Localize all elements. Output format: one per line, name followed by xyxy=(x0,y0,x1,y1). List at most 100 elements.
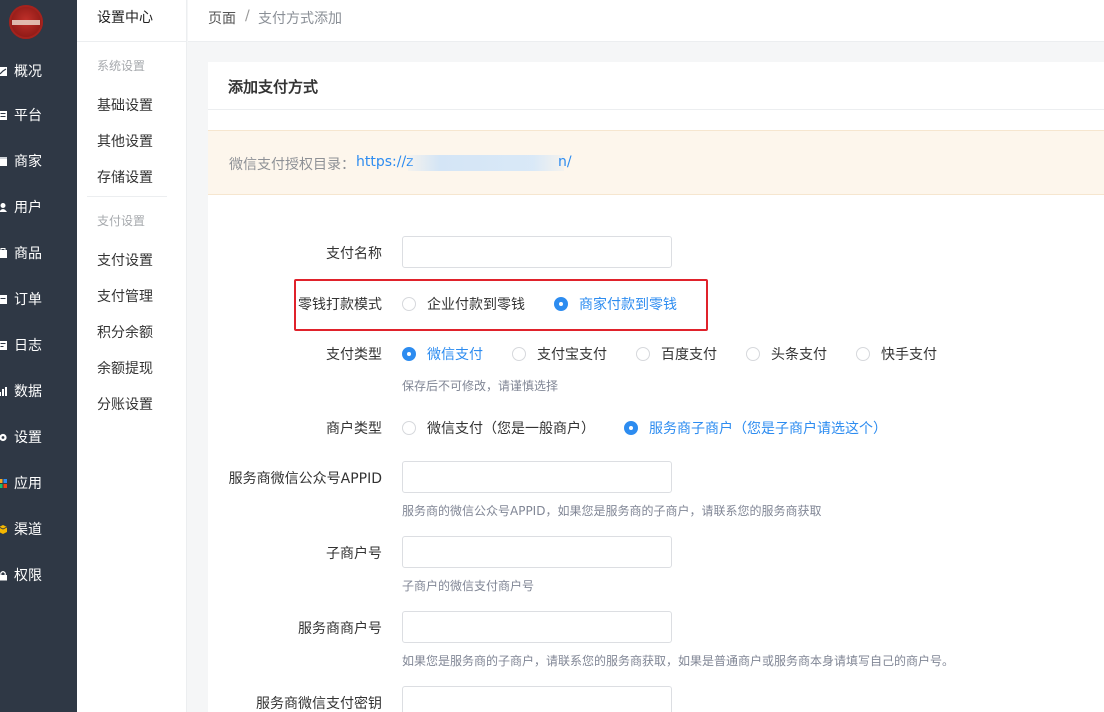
type-label: 支付类型 xyxy=(326,347,382,363)
sp-mch-tip: 如果您是服务商的子商户，请联系您的服务商获取，如果是普通商户或服务商本身请填写自… xyxy=(402,654,955,668)
radio-type-alipay[interactable]: 支付宝支付 xyxy=(512,344,607,364)
radio-button[interactable] xyxy=(636,347,650,361)
radio-button[interactable] xyxy=(624,421,638,435)
submch-input[interactable] xyxy=(402,536,672,568)
platform-icon xyxy=(0,110,7,120)
log-icon xyxy=(0,340,7,350)
data-icon xyxy=(0,386,7,396)
apps-icon xyxy=(0,478,7,488)
nav-item-goods[interactable]: 商品 xyxy=(0,238,77,268)
nav-item-merchant[interactable]: 商家 xyxy=(0,146,77,176)
radio-type-kuaishou[interactable]: 快手支付 xyxy=(856,344,937,364)
highlight-box xyxy=(294,279,708,331)
radio-button[interactable] xyxy=(402,421,416,435)
name-label: 支付名称 xyxy=(326,246,382,262)
nav-item-label: 平台 xyxy=(14,108,42,124)
appid-label: 服务商微信公众号APPID xyxy=(228,471,382,487)
sp-mch-label: 服务商商户号 xyxy=(298,621,382,637)
nav-item-label: 概况 xyxy=(14,64,42,80)
nav-item-platform[interactable]: 平台 xyxy=(0,100,77,130)
merchant-type-label: 商户类型 xyxy=(326,421,382,437)
nav-item-user[interactable]: 用户 xyxy=(0,192,77,222)
radio-label: 微信支付 xyxy=(427,347,483,363)
app-logo[interactable] xyxy=(9,5,43,39)
radio-button[interactable] xyxy=(746,347,760,361)
sp-key-label: 服务商微信支付密钥 xyxy=(256,696,382,712)
radio-label: 服务商子商户（您是子商户请选这个） xyxy=(649,421,887,437)
subnav-group-payment: 支付设置 xyxy=(97,214,146,228)
nav-item-label: 日志 xyxy=(14,338,42,354)
radio-button[interactable] xyxy=(512,347,526,361)
subnav-group-system: 系统设置 xyxy=(97,59,146,73)
sp-key-input[interactable] xyxy=(402,686,672,712)
channel-icon xyxy=(0,524,8,534)
radio-type-wechat[interactable]: 微信支付 xyxy=(402,344,483,364)
appid-input[interactable] xyxy=(402,461,672,493)
radio-label: 头条支付 xyxy=(771,347,827,363)
radio-type-baidu[interactable]: 百度支付 xyxy=(636,344,717,364)
radio-label: 百度支付 xyxy=(661,347,717,363)
radio-button[interactable] xyxy=(402,347,416,361)
auth-dir-notice: 微信支付授权目录： https://z n/ xyxy=(208,130,1104,195)
nav-item-label: 商品 xyxy=(14,246,42,262)
nav-item-log[interactable]: 日志 xyxy=(0,330,77,360)
subnav-item-storage[interactable]: 存储设置 xyxy=(97,167,153,187)
notice-label: 微信支付授权目录： xyxy=(229,157,355,173)
goods-icon xyxy=(0,247,7,258)
type-tip: 保存后不可修改，请谨慎选择 xyxy=(402,379,559,393)
radio-merchant-normal[interactable]: 微信支付（您是一般商户） xyxy=(402,418,595,438)
nav-item-label: 商家 xyxy=(14,154,42,170)
radio-type-toutiao[interactable]: 头条支付 xyxy=(746,344,827,364)
nav-item-data[interactable]: 数据 xyxy=(0,376,77,406)
breadcrumb-separator: / xyxy=(245,8,250,24)
nav-item-channel[interactable]: 渠道 xyxy=(0,514,77,544)
nav-item-label: 设置 xyxy=(14,430,42,446)
subnav-item-payment-manage[interactable]: 支付管理 xyxy=(97,286,153,306)
breadcrumb-current: 支付方式添加 xyxy=(258,11,342,27)
divider xyxy=(208,109,1104,110)
lock-icon xyxy=(0,570,7,580)
nav-item-label: 数据 xyxy=(14,384,42,400)
breadcrumb-home[interactable]: 页面 xyxy=(208,8,236,28)
nav-item-settings[interactable]: 设置 xyxy=(0,422,77,452)
nav-item-label: 权限 xyxy=(14,568,42,584)
store-icon xyxy=(0,156,7,166)
nav-item-label: 应用 xyxy=(14,476,42,492)
appid-tip: 服务商的微信公众号APPID，如果您是服务商的子商户，请联系您的服务商获取 xyxy=(402,504,822,518)
subnav-item-payment-settings[interactable]: 支付设置 xyxy=(97,250,153,270)
subnav-item-basic[interactable]: 基础设置 xyxy=(97,95,153,115)
subnav-item-split[interactable]: 分账设置 xyxy=(97,394,153,414)
breadcrumb: 页面 / 支付方式添加 xyxy=(188,0,1104,42)
settings-subnav: 设置中心 系统设置 基础设置 其他设置 存储设置 支付设置 支付设置 支付管理 … xyxy=(77,0,187,712)
nav-item-label: 用户 xyxy=(14,200,42,216)
radio-label: 微信支付（您是一般商户） xyxy=(427,421,595,437)
page-title: 添加支付方式 xyxy=(228,78,319,96)
nav-item-label: 渠道 xyxy=(14,522,42,538)
chart-icon xyxy=(0,66,7,76)
nav-item-overview[interactable]: 概况 xyxy=(0,56,77,86)
nav-item-label: 订单 xyxy=(14,292,42,308)
gear-icon xyxy=(0,433,7,441)
nav-item-order[interactable]: 订单 xyxy=(0,284,77,314)
submch-tip: 子商户的微信支付商户号 xyxy=(402,579,535,593)
notice-url-end: n/ xyxy=(558,154,572,170)
radio-merchant-sub[interactable]: 服务商子商户（您是子商户请选这个） xyxy=(624,418,887,438)
subnav-item-points-balance[interactable]: 积分余额 xyxy=(97,322,153,342)
user-icon xyxy=(0,202,7,212)
nav-item-apps[interactable]: 应用 xyxy=(0,468,77,498)
order-icon xyxy=(0,294,7,304)
payment-name-input[interactable] xyxy=(402,236,672,268)
radio-button[interactable] xyxy=(856,347,870,361)
notice-url-start: https://z xyxy=(356,154,414,170)
submch-label: 子商户号 xyxy=(326,546,382,562)
radio-label: 快手支付 xyxy=(881,347,937,363)
subnav-title: 设置中心 xyxy=(97,10,153,26)
nav-item-permission[interactable]: 权限 xyxy=(0,560,77,590)
main-nav: 概况 平台 商家 用户 商品 订单 日志 数据 设置 应用 渠道 权限 xyxy=(0,0,77,712)
sp-mch-input[interactable] xyxy=(402,611,672,643)
subnav-item-other[interactable]: 其他设置 xyxy=(97,131,153,151)
divider xyxy=(87,196,167,197)
radio-label: 支付宝支付 xyxy=(537,347,607,363)
redacted-blur xyxy=(408,155,564,171)
subnav-item-withdraw[interactable]: 余额提现 xyxy=(97,358,153,378)
